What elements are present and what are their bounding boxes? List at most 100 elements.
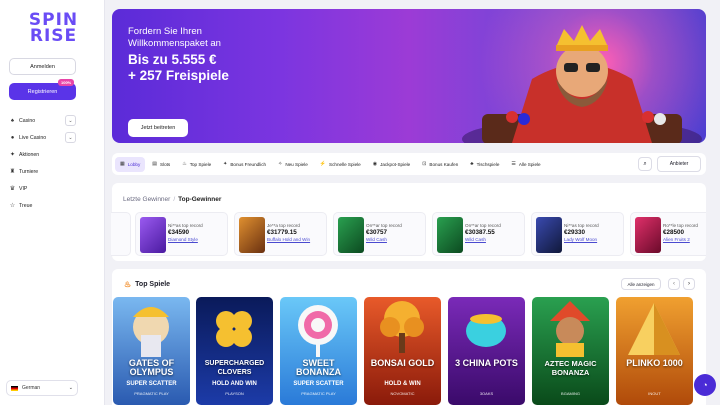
game-tile[interactable]: SWEET BONANZA SUPER SCATTER PRAGMATIC PL… <box>280 297 357 405</box>
game-artwork <box>628 303 680 355</box>
winner-game-link[interactable]: Lady Wolf Moon <box>564 237 622 243</box>
prev-arrow-icon[interactable]: ‹ <box>668 278 680 290</box>
winner-game-link[interactable]: Wild Cash <box>465 237 523 243</box>
game-provider: PRAGMATIC PLAY <box>301 391 336 396</box>
tab-label: Lobby <box>127 161 141 167</box>
banner-offer-line2: + 257 Freispiele <box>128 68 229 83</box>
star-icon: ☆ <box>9 203 16 209</box>
game-title: 3 CHINA POTS <box>455 358 518 368</box>
game-artwork <box>133 307 169 357</box>
sidebar-item-treue[interactable]: ☆ Treue <box>9 197 76 214</box>
sidebar-item-vip[interactable]: ♛ VIP <box>9 180 76 197</box>
list-icon: ☰ <box>511 161 516 167</box>
game-thumbnail[interactable] <box>536 217 562 253</box>
tab-slots[interactable]: ▤ Slots <box>147 157 175 172</box>
tab-label: Jackpot-Spiele <box>380 161 411 167</box>
winner-card[interactable]: Ni**as top record €29330 Lady Wolf Moon <box>531 212 624 256</box>
tab-schnelle-spiele[interactable]: ⚡ Schnelle Spiele <box>315 157 366 172</box>
providers-label: Anbieter <box>669 161 689 167</box>
tab-bonus-freundlich[interactable]: ✦ Bonus Freundlich <box>218 157 271 172</box>
tab-top-winners[interactable]: Top-Gewinner <box>178 196 221 203</box>
winner-card-partial <box>111 212 131 256</box>
game-thumbnail[interactable] <box>635 217 661 253</box>
gift-icon: ✦ <box>223 161 228 167</box>
tab-neu-spiele[interactable]: ✧ Neu Spiele <box>273 157 313 172</box>
section-title-label: Top Spiele <box>135 281 171 288</box>
chevron-down-icon[interactable]: ⌄ <box>65 132 76 143</box>
game-tile[interactable]: AZTEC MAGIC BONANZA BGAMING <box>532 297 609 405</box>
winner-card[interactable]: On**ar top record €30757 Wild Cash <box>333 212 426 256</box>
tab-bonus-kaufen[interactable]: ⊡ Bonus Kaufen <box>417 157 463 172</box>
game-tile[interactable]: 3 CHINA POTS 3OAKS <box>448 297 525 405</box>
tab-label: Bonus Freundlich <box>230 161 267 167</box>
game-provider: PRAGMATIC PLAY <box>134 391 169 396</box>
chat-support-icon[interactable]: ◔ <box>694 374 716 396</box>
flag-icon <box>11 385 18 391</box>
sidebar-item-live-casino[interactable]: ● Live Casino ⌄ <box>9 129 76 146</box>
spinrise-logo[interactable]: SPIN RISE <box>16 12 91 50</box>
winner-game-link[interactable]: Alien Fruits 2 <box>663 237 705 243</box>
welcome-banner[interactable]: Fordern Sie Ihren Willkommenspaket an Bi… <box>112 9 706 143</box>
tab-alle-spiele[interactable]: ☰ Alle Spiele <box>506 157 545 172</box>
register-badge: 100% <box>58 79 75 86</box>
game-tile[interactable]: BONSAI GOLD HOLD & WIN NOVOMATIC <box>364 297 441 405</box>
sidebar: SPIN RISE Anmelden Registrieren 100% ♠ Ca… <box>0 0 105 405</box>
game-title: PLINKO 1000 <box>626 358 683 368</box>
show-all-button[interactable]: Alle anzeigen <box>621 278 661 290</box>
game-provider: NOVOMATIC <box>390 391 415 396</box>
sidebar-item-label: Live Casino <box>19 134 47 141</box>
game-provider: INOUT <box>648 391 661 396</box>
game-thumbnail[interactable] <box>338 217 364 253</box>
winner-card[interactable]: Ro**le top record €28500 Alien Fruits 2 <box>630 212 706 256</box>
sidebar-item-label: Turniere <box>19 168 39 175</box>
chevron-down-icon[interactable]: ⌄ <box>65 115 76 126</box>
game-thumbnail[interactable] <box>437 217 463 253</box>
sidebar-item-casino[interactable]: ♠ Casino ⌄ <box>9 112 76 129</box>
game-tile[interactable]: SUPERCHARGED CLOVERS HOLD AND WIN PLAYSO… <box>196 297 273 405</box>
sidebar-item-aktionen[interactable]: ✦ Aktionen <box>9 146 76 163</box>
game-tile[interactable]: GATES OF OLYMPUS SUPER SCATTER PRAGMATIC… <box>113 297 190 405</box>
tab-recent-winners[interactable]: Letzte Gewinner <box>123 196 170 203</box>
winners-panel: Letzte Gewinner / Top-Gewinner Ni**as top … <box>111 183 706 261</box>
winner-info: Je**a top record €31779.15 Buffalo Hold an… <box>267 223 325 243</box>
tab-jackpot-spiele[interactable]: ◉ Jackpot-Spiele <box>368 157 416 172</box>
language-select[interactable]: German ⌄ <box>6 380 78 396</box>
tab-lobby[interactable]: ▦ Lobby <box>115 156 146 172</box>
winner-game-link[interactable]: Diamond Style <box>168 237 226 243</box>
game-title: SUPERCHARGED CLOVERS <box>204 360 265 376</box>
banner-offer-line1: Bis zu 5.555 € <box>128 52 217 67</box>
login-button[interactable]: Anmelden <box>9 58 76 75</box>
king-character-illustration <box>462 25 702 143</box>
winners-tabs: Letzte Gewinner / Top-Gewinner <box>123 196 221 203</box>
winner-game-link[interactable]: Wild Cash <box>366 237 424 243</box>
game-artwork <box>380 301 424 353</box>
winner-card[interactable]: On**ar top record €30387.55 Wild Cash <box>432 212 525 256</box>
winner-amount: €28500 <box>663 229 685 236</box>
banner-title: Fordern Sie Ihren Willkommenspaket an <box>128 26 221 49</box>
search-button[interactable]: ⌕ <box>638 157 652 171</box>
providers-button[interactable]: Anbieter <box>657 156 701 172</box>
banner-offer: Bis zu 5.555 € + 257 Freispiele <box>128 52 298 84</box>
game-title: AZTEC MAGIC BONANZA <box>544 359 597 377</box>
winner-card[interactable]: Ni**as top record €34590 Diamond Style <box>135 212 228 256</box>
join-now-button[interactable]: Jetzt beitreten <box>128 119 188 137</box>
game-title: GATES OF OLYMPUS <box>128 358 175 377</box>
winner-user: Ni**as top record <box>168 223 203 228</box>
search-icon: ⌕ <box>643 160 647 167</box>
tab-tischspiele[interactable]: ♣ Tischspiele <box>465 157 504 172</box>
tab-top-spiele[interactable]: ♨ Top Spiele <box>177 157 216 172</box>
tab-label: Neu Spiele <box>285 161 308 167</box>
cards-icon: ♣ <box>470 161 474 167</box>
game-thumbnail[interactable] <box>140 217 166 253</box>
main-content: Fordern Sie Ihren Willkommenspaket an Bi… <box>105 0 720 405</box>
game-thumbnail[interactable] <box>239 217 265 253</box>
next-arrow-icon[interactable]: › <box>683 278 695 290</box>
winner-game-link[interactable]: Buffalo Hold and Win <box>267 237 325 243</box>
sidebar-item-label: Aktionen <box>19 151 40 158</box>
winner-card[interactable]: Je**a top record €31779.15 Buffalo Hold an… <box>234 212 327 256</box>
top-games-section: ♨ Top Spiele Alle anzeigen ‹ › GATES OF O… <box>112 269 706 405</box>
winner-amount: €34590 <box>168 229 190 236</box>
game-tile[interactable]: PLINKO 1000 INOUT <box>616 297 693 405</box>
sidebar-item-turniere[interactable]: ♜ Turniere <box>9 163 76 180</box>
sidebar-nav: ♠ Casino ⌄ ● Live Casino ⌄ ✦ Aktionen ♜ Turnie… <box>9 112 76 214</box>
